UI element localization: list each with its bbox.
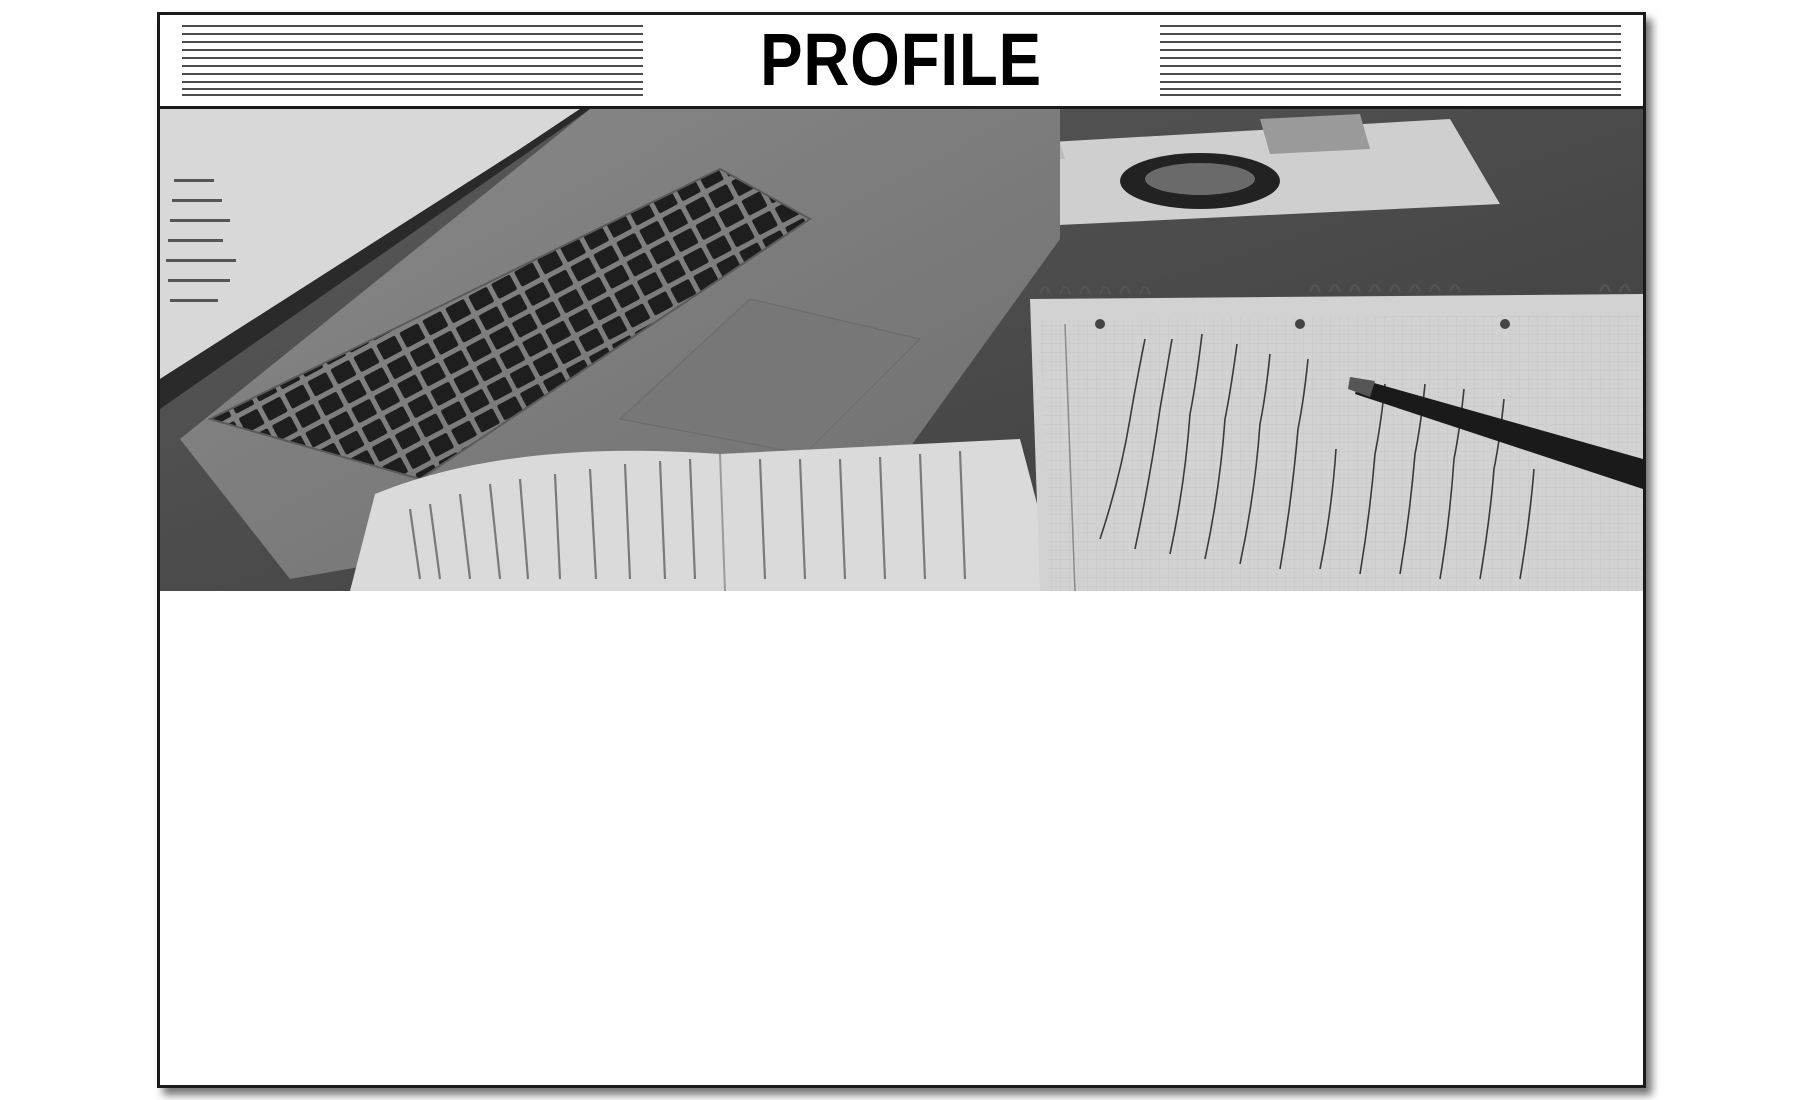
profile-page: PROFILE bbox=[157, 12, 1646, 1088]
profile-content-area bbox=[160, 591, 1643, 1085]
decorative-rules-left bbox=[182, 25, 643, 96]
decorative-rules-right bbox=[1160, 25, 1621, 96]
hero-photo bbox=[160, 109, 1643, 591]
masthead: PROFILE bbox=[160, 15, 1643, 109]
page-title: PROFILE bbox=[760, 18, 1042, 101]
